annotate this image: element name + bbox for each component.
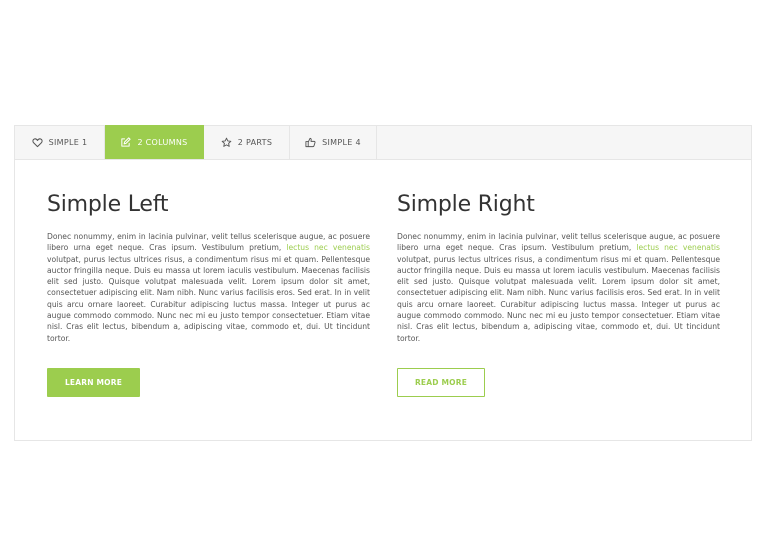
tab-bar: SIMPLE 1 2 COLUMNS 2 PARTS SIMPLE 4 (15, 125, 751, 160)
column-left: Simple Left Donec nonummy, enim in lacin… (47, 191, 370, 397)
tab-simple-4[interactable]: SIMPLE 4 (290, 125, 377, 159)
column-right: Simple Right Donec nonummy, enim in laci… (397, 191, 720, 397)
tab-label: 2 COLUMNS (137, 137, 188, 147)
tab-simple-1[interactable]: SIMPLE 1 (15, 125, 105, 159)
tab-label: 2 PARTS (237, 137, 273, 147)
edit-icon (120, 136, 132, 148)
thumbs-up-icon (305, 137, 316, 148)
column-left-title: Simple Left (47, 192, 169, 217)
tab-label: SIMPLE 4 (322, 137, 361, 147)
column-right-title: Simple Right (397, 192, 535, 217)
inline-link[interactable]: lectus nec venenatis (286, 243, 370, 252)
read-more-button[interactable]: READ MORE (397, 368, 485, 397)
tab-2-columns[interactable]: 2 COLUMNS (105, 125, 204, 159)
learn-more-button[interactable]: LEARN MORE (47, 368, 140, 397)
text-segment: volutpat, purus lectus ultrices risus, a… (47, 254, 370, 343)
column-right-text: Donec nonummy, enim in lacinia pulvinar,… (397, 231, 720, 344)
tab-label: SIMPLE 1 (48, 137, 88, 147)
heart-icon (32, 137, 43, 148)
tabs-widget: SIMPLE 1 2 COLUMNS 2 PARTS SIMPLE 4 Simp… (14, 125, 752, 441)
tab-2-parts[interactable]: 2 PARTS (204, 125, 290, 159)
star-icon (221, 137, 232, 148)
text-segment: volutpat, purus lectus ultrices risus, a… (397, 254, 720, 343)
inline-link[interactable]: lectus nec venenatis (636, 243, 720, 252)
column-left-text: Donec nonummy, enim in lacinia pulvinar,… (47, 231, 370, 344)
